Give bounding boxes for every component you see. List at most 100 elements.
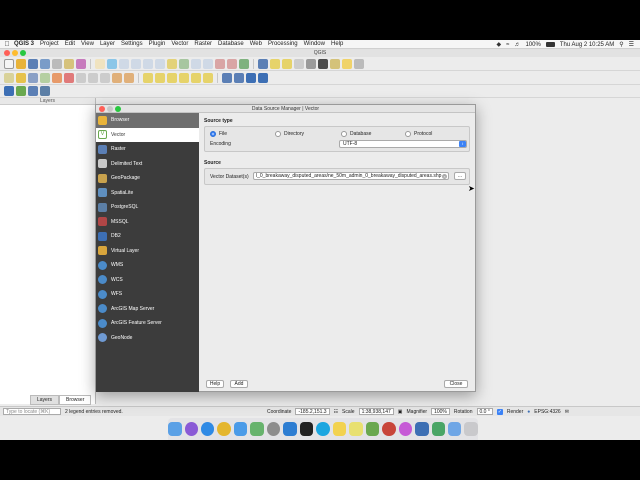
notification-center-icon[interactable]: ☰ bbox=[629, 41, 634, 48]
pan-icon[interactable] bbox=[95, 58, 105, 69]
paste-features-icon[interactable] bbox=[100, 72, 110, 83]
app-menu[interactable]: QGIS 3 bbox=[14, 41, 34, 47]
zoom-window-icon[interactable] bbox=[20, 50, 26, 56]
delete-selected-icon[interactable] bbox=[64, 72, 74, 83]
help-button[interactable]: Help bbox=[206, 380, 224, 388]
close-window-icon[interactable] bbox=[4, 50, 10, 56]
rotation-field[interactable]: 0.0 ° bbox=[476, 408, 493, 415]
refresh-icon[interactable] bbox=[239, 58, 249, 69]
radio-file-button[interactable] bbox=[210, 131, 216, 137]
sidebar-item-wfs[interactable]: WFS bbox=[96, 287, 199, 302]
menu-help[interactable]: Help bbox=[331, 41, 343, 47]
sidebar-item-geonode[interactable]: GeoNode bbox=[96, 331, 199, 346]
dialog-minimize-icon[interactable] bbox=[107, 106, 113, 112]
sidebar-item-geopackage[interactable]: GeoPackage bbox=[96, 171, 199, 186]
pan-to-selection-icon[interactable] bbox=[107, 58, 117, 69]
sidebar-item-arcgis-feature-server[interactable]: ArcGIS Feature Server bbox=[96, 316, 199, 331]
app-flower-icon[interactable] bbox=[398, 422, 413, 436]
zoom-layer-icon[interactable] bbox=[179, 58, 189, 69]
sidebar-item-spatialite[interactable]: SpatiaLite bbox=[96, 186, 199, 201]
open-project-icon[interactable] bbox=[16, 58, 26, 69]
locate-search-input[interactable]: Type to locate (⌘K) bbox=[3, 408, 61, 415]
add-feature-icon[interactable] bbox=[40, 72, 50, 83]
measure-icon[interactable] bbox=[330, 58, 340, 69]
current-edits-icon[interactable] bbox=[4, 72, 14, 83]
app-green-icon[interactable] bbox=[431, 422, 446, 436]
clear-input-icon[interactable]: × bbox=[442, 174, 447, 179]
mail-icon[interactable] bbox=[233, 422, 248, 436]
vertex-tool-icon[interactable] bbox=[52, 72, 62, 83]
terminal-icon[interactable] bbox=[299, 422, 314, 436]
stickies-icon[interactable] bbox=[349, 422, 363, 436]
downloads-folder-icon[interactable] bbox=[448, 422, 462, 436]
magnifier-field[interactable]: 100% bbox=[431, 408, 450, 415]
cut-features-icon[interactable] bbox=[76, 72, 86, 83]
change-label-icon[interactable] bbox=[203, 72, 213, 83]
print-layout-icon[interactable] bbox=[52, 58, 62, 69]
zoom-next-icon[interactable] bbox=[203, 58, 213, 69]
add-raster-layer-icon[interactable] bbox=[28, 86, 38, 96]
menu-edit[interactable]: Edit bbox=[65, 41, 75, 47]
zoom-out-icon[interactable] bbox=[131, 58, 141, 69]
dropbox-icon[interactable]: ◆ bbox=[497, 41, 502, 48]
encoding-select[interactable]: UTF-8 ↕ bbox=[339, 140, 467, 148]
menu-processing[interactable]: Processing bbox=[268, 41, 298, 47]
sidebar-item-vector[interactable]: V Vector bbox=[96, 127, 199, 142]
messages-icon[interactable]: ✉ bbox=[565, 409, 569, 415]
volume-icon[interactable]: ♬ bbox=[514, 42, 520, 48]
menu-settings[interactable]: Settings bbox=[121, 41, 143, 47]
menu-project[interactable]: Project bbox=[40, 41, 59, 47]
rotate-label-icon[interactable] bbox=[191, 72, 201, 83]
vscode-icon[interactable] bbox=[283, 422, 297, 436]
crs-icon[interactable]: ● bbox=[527, 409, 530, 415]
finder-icon[interactable] bbox=[168, 422, 182, 436]
notes-icon[interactable] bbox=[332, 422, 347, 436]
vector-dataset-input[interactable]: l_0_breakaway_disputed_areas/ne_50m_admi… bbox=[253, 172, 449, 180]
toggle-editing-icon[interactable] bbox=[16, 72, 26, 83]
attribute-table-icon[interactable] bbox=[294, 58, 304, 69]
safari-icon[interactable] bbox=[200, 422, 215, 436]
zoom-last-icon[interactable] bbox=[191, 58, 201, 69]
maps-icon[interactable] bbox=[250, 422, 264, 436]
zoom-in-icon[interactable] bbox=[119, 58, 129, 69]
app-red-icon[interactable] bbox=[382, 422, 396, 436]
sidebar-item-arcgis-map-server[interactable]: ArcGIS Map Server bbox=[96, 302, 199, 317]
menubar-clock[interactable]: Thu Aug 2 10:25 AM bbox=[560, 42, 614, 48]
radio-database[interactable]: Database bbox=[341, 131, 371, 137]
style-manager-icon[interactable] bbox=[76, 58, 86, 69]
save-project-icon[interactable] bbox=[28, 58, 38, 69]
render-checkbox[interactable]: ✓ bbox=[496, 408, 503, 415]
globe-icon[interactable] bbox=[246, 72, 256, 83]
chrome-icon[interactable] bbox=[217, 422, 231, 436]
menu-window[interactable]: Window bbox=[304, 41, 325, 47]
pin-labels-icon[interactable] bbox=[155, 72, 165, 83]
spotlight-icon[interactable]: ⚲ bbox=[619, 41, 623, 48]
identify-icon[interactable] bbox=[258, 58, 268, 69]
radio-directory[interactable]: Directory bbox=[275, 131, 304, 137]
menu-web[interactable]: Web bbox=[250, 41, 262, 47]
qgis-icon[interactable] bbox=[365, 422, 380, 436]
skype-icon[interactable] bbox=[316, 422, 330, 436]
radio-protocol[interactable]: Protocol bbox=[405, 131, 432, 137]
sidebar-item-wcs[interactable]: WCS bbox=[96, 273, 199, 288]
menu-raster[interactable]: Raster bbox=[194, 41, 212, 47]
dialog-zoom-icon[interactable] bbox=[115, 106, 121, 112]
label-tool-icon[interactable] bbox=[143, 72, 153, 83]
save-as-icon[interactable] bbox=[40, 58, 50, 69]
menu-layer[interactable]: Layer bbox=[100, 41, 115, 47]
minimize-window-icon[interactable] bbox=[12, 50, 18, 56]
digitize-icon[interactable] bbox=[222, 72, 232, 83]
radio-database-button[interactable] bbox=[341, 131, 347, 137]
zoom-native-icon[interactable] bbox=[143, 58, 153, 69]
radio-file[interactable]: File bbox=[210, 131, 227, 137]
show-bookmarks-icon[interactable] bbox=[227, 58, 237, 69]
new-project-icon[interactable] bbox=[4, 58, 14, 69]
zoom-selection-icon[interactable] bbox=[167, 58, 177, 69]
data-source-manager-icon[interactable] bbox=[4, 86, 14, 96]
menu-database[interactable]: Database bbox=[218, 41, 244, 47]
sidebar-item-db2[interactable]: DB2 bbox=[96, 229, 199, 244]
redo-icon[interactable] bbox=[124, 72, 134, 83]
trash-icon[interactable] bbox=[464, 422, 478, 436]
move-label-icon[interactable] bbox=[179, 72, 189, 83]
close-button[interactable]: Close bbox=[444, 380, 468, 388]
